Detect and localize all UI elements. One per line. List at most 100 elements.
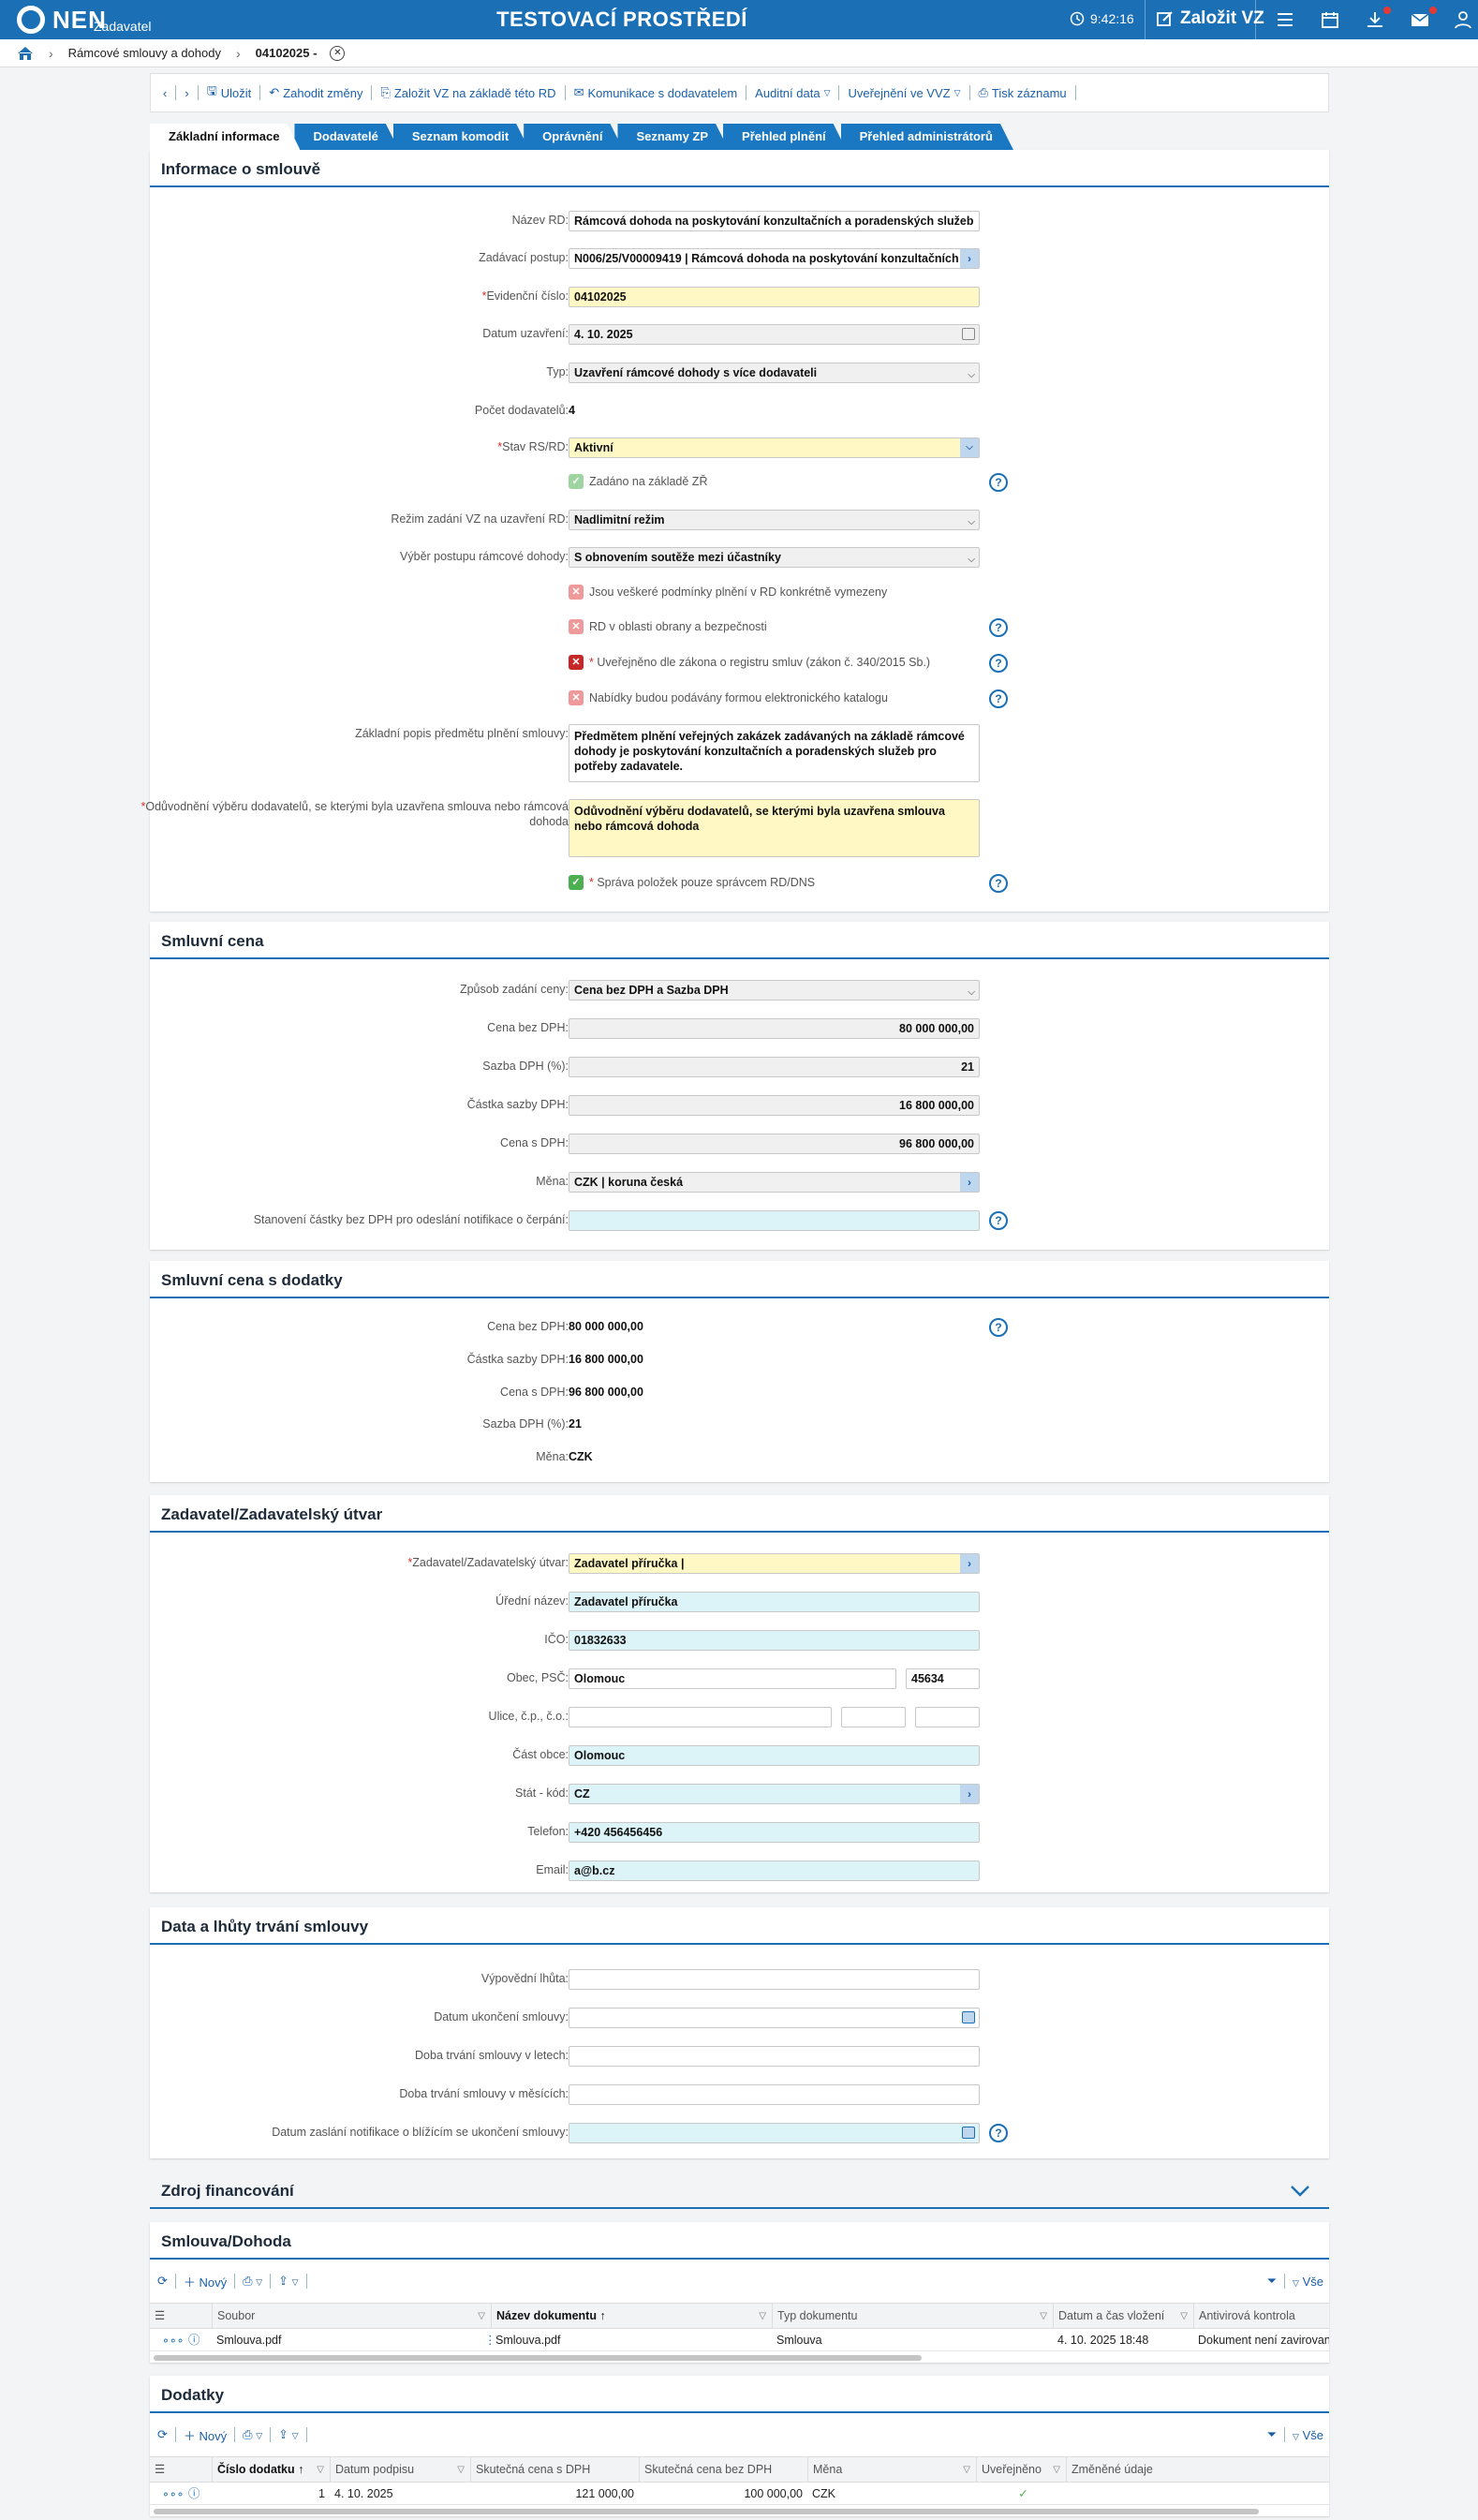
info-icon[interactable]: ⓘ <box>184 2329 200 2351</box>
filter-icon[interactable]: ▽ <box>1040 2304 1047 2329</box>
authority-picker[interactable]: Zadavatel příručka | › <box>569 1553 980 1574</box>
published-registry-checkbox[interactable]: ✕ * Uveřejněno dle zákona o registru smlu… <box>569 655 930 670</box>
breadcrumb-item-contracts[interactable]: Rámcové smlouvy a dohody <box>68 46 221 60</box>
tab-fulfillment[interactable]: Přehled plnění <box>723 124 847 150</box>
horizontal-scrollbar[interactable] <box>154 2509 1259 2514</box>
registration-number-input[interactable]: 04102025 <box>569 287 980 307</box>
defense-security-checkbox[interactable]: ✕ RD v oblasti obrany a bezpečnosti <box>569 619 767 634</box>
print-dropdown[interactable]: ⎙ ▽ <box>243 2427 262 2442</box>
funding-source-section[interactable]: Zdroj financování <box>150 2172 1329 2209</box>
admin-items-only-checkbox[interactable]: ✓ * Správa položek pouze správcem RD/DNS <box>569 875 815 890</box>
column-header-amendment-number[interactable]: Číslo dodatku ↑ ▽ <box>212 2457 330 2483</box>
price-with-vat-input[interactable]: 96 800 000,00 <box>569 1134 980 1154</box>
duration-years-input[interactable] <box>569 2046 980 2067</box>
chevron-down-icon[interactable] <box>1290 2185 1310 2198</box>
create-vz-from-rd-button[interactable]: ⎘ Založit VZ na základě této RD <box>377 85 558 100</box>
save-button[interactable]: 🖫 Uložit <box>204 82 255 103</box>
discard-button[interactable]: ↶ Zahodit změny <box>266 85 365 100</box>
vat-amount-input[interactable]: 16 800 000,00 <box>569 1095 980 1116</box>
calendar-icon[interactable] <box>1320 9 1340 30</box>
procedure-picker[interactable]: N006/25/V00009419 | Rámcová dohoda na po… <box>569 248 980 269</box>
tab-basic-info[interactable]: Základní informace <box>150 124 300 150</box>
print-dropdown[interactable]: ⎙ ▽ <box>243 2274 262 2289</box>
column-header-document-type[interactable]: Typ dokumentu ▽ <box>772 2304 1053 2329</box>
close-icon[interactable]: ✕ <box>330 45 346 61</box>
tab-suppliers[interactable]: Dodavatelé <box>294 124 398 150</box>
end-date-input[interactable] <box>569 2008 980 2028</box>
help-icon[interactable]: ? <box>989 473 1008 492</box>
price-without-vat-input[interactable]: 80 000 000,00 <box>569 1018 980 1039</box>
postal-code-input[interactable]: 45634 <box>906 1668 980 1689</box>
chevron-right-icon[interactable]: › <box>960 249 979 268</box>
currency-picker[interactable]: CZK | koruna česká › <box>569 1172 980 1193</box>
calendar-icon[interactable] <box>962 328 975 340</box>
publish-vvz-dropdown[interactable]: Uveřejnění ve VVZ ▽ <box>845 86 963 100</box>
calendar-icon[interactable] <box>962 2011 975 2023</box>
help-icon[interactable]: ? <box>989 1318 1008 1337</box>
price-method-select[interactable]: Cena bez DPH a Sazba DPH ⌵ <box>569 980 980 1001</box>
notification-amount-input[interactable] <box>569 1210 980 1231</box>
district-input[interactable]: Olomouc <box>569 1745 980 1766</box>
horizontal-scrollbar[interactable] <box>154 2355 922 2361</box>
tab-permissions[interactable]: Oprávnění <box>524 124 623 150</box>
column-settings-icon[interactable]: ☰ <box>150 2457 212 2483</box>
tab-zp-lists[interactable]: Seznamy ZP <box>617 124 729 150</box>
house-number-input[interactable] <box>841 1707 906 1727</box>
filter-icon[interactable]: ⏷ <box>1267 2274 1277 2289</box>
filter-icon[interactable]: ▽ <box>1180 2304 1188 2329</box>
filter-icon[interactable]: ▽ <box>478 2304 485 2329</box>
column-header-published[interactable]: Uveřejněno ▽ <box>976 2457 1066 2483</box>
awarded-zr-checkbox[interactable]: ✓ Zadáno na základě ZŘ <box>569 474 707 489</box>
chevron-right-icon[interactable]: › <box>960 1554 979 1573</box>
audit-data-dropdown[interactable]: Auditní data ▽ <box>752 86 833 100</box>
calendar-icon[interactable] <box>962 2127 975 2139</box>
help-icon[interactable]: ? <box>989 1211 1008 1230</box>
column-header-changed-data[interactable]: Změněné údaje <box>1066 2457 1329 2483</box>
phone-input[interactable]: +420 456456456 <box>569 1822 980 1843</box>
chevron-right-icon[interactable]: › <box>960 1173 979 1192</box>
filter-icon[interactable]: ▽ <box>1053 2457 1060 2483</box>
column-header-price-without-vat[interactable]: Skutečná cena bez DPH <box>639 2457 807 2483</box>
new-button[interactable]: ＋ Nový <box>184 2426 227 2444</box>
country-picker[interactable]: CZ › <box>569 1784 980 1804</box>
forward-button[interactable]: › <box>182 86 191 100</box>
email-input[interactable]: a@b.cz <box>569 1860 980 1881</box>
all-filter-dropdown[interactable]: ▽ Vše <box>1293 2275 1323 2289</box>
download-icon[interactable] <box>1365 9 1385 30</box>
new-button[interactable]: ＋ Nový <box>184 2273 227 2290</box>
help-icon[interactable]: ? <box>989 689 1008 708</box>
electronic-catalog-checkbox[interactable]: ✕ Nabídky budou podávány formou elektroni… <box>569 690 888 705</box>
export-dropdown[interactable]: ⇪ ▽ <box>278 2427 298 2442</box>
refresh-icon[interactable]: ⟳ <box>157 2427 168 2442</box>
user-icon[interactable] <box>1453 9 1473 30</box>
column-header-signature-date[interactable]: Datum podpisu ▽ <box>330 2457 470 2483</box>
table-row[interactable]: ∘∘∘ ⓘ 1 4. 10. 2025 121 000,00 100 000,0… <box>150 2483 1329 2505</box>
mail-icon[interactable] <box>1410 9 1430 30</box>
notification-date-input[interactable] <box>569 2123 980 2143</box>
row-actions-icon[interactable]: ∘∘∘ <box>157 2483 184 2505</box>
filter-icon[interactable]: ⏷ <box>1267 2427 1277 2442</box>
ico-input[interactable]: 01832633 <box>569 1630 980 1651</box>
tab-commodities[interactable]: Seznam komodit <box>393 124 529 150</box>
chevron-right-icon[interactable]: › <box>960 1785 979 1803</box>
rd-name-input[interactable]: Rámcová dohoda na poskytování konzultačn… <box>569 211 980 231</box>
communication-button[interactable]: ✉ Komunikace s dodavatelem <box>571 85 741 100</box>
info-icon[interactable]: ⓘ <box>184 2483 200 2505</box>
street-input[interactable] <box>569 1707 832 1727</box>
help-icon[interactable]: ? <box>989 618 1008 637</box>
column-header-price-with-vat[interactable]: Skutečná cena s DPH <box>470 2457 639 2483</box>
tab-administrators[interactable]: Přehled administrátorů <box>841 124 1013 150</box>
column-header-upload-date[interactable]: Datum a čas vložení ▽ <box>1053 2304 1193 2329</box>
help-icon[interactable]: ? <box>989 874 1008 893</box>
home-icon[interactable] <box>17 46 34 61</box>
status-select[interactable]: Aktivní ⌵ <box>569 437 980 458</box>
notice-period-input[interactable] <box>569 1969 980 1990</box>
table-row[interactable]: ∘∘∘ ⓘ Smlouva.pdf ⋮ Smlouva.pdf Smlouva … <box>150 2329 1329 2351</box>
duration-months-input[interactable] <box>569 2084 980 2105</box>
print-button[interactable]: ⎙ Tisk záznamu <box>976 85 1070 100</box>
column-header-currency[interactable]: Měna ▽ <box>807 2457 976 2483</box>
conclusion-date-input[interactable]: 4. 10. 2025 <box>569 324 980 345</box>
back-button[interactable]: ‹ <box>160 86 170 100</box>
conditions-defined-checkbox[interactable]: ✕ Jsou veškeré podmínky plnění v RD konkr… <box>569 585 887 600</box>
regime-select[interactable]: Nadlimitní režim ⌵ <box>569 510 980 530</box>
